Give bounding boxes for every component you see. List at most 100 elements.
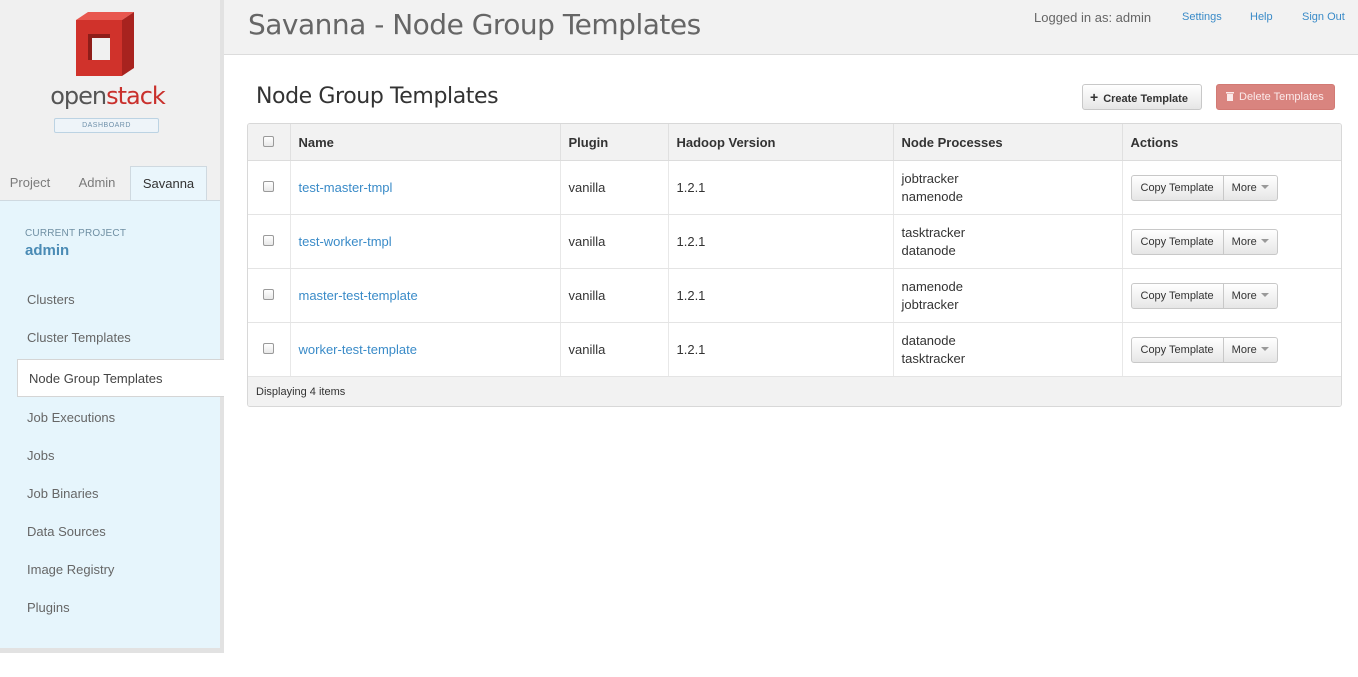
sidebar-item-plugins[interactable]: Plugins <box>27 598 70 618</box>
column-header-plugin[interactable]: Plugin <box>560 124 669 161</box>
hadoop-version-cell: 1.2.1 <box>668 268 894 323</box>
sidebar-item-image-registry[interactable]: Image Registry <box>27 560 114 580</box>
tab-admin[interactable]: Admin <box>67 166 127 200</box>
dashboard-badge: DASHBOARD <box>54 118 159 133</box>
column-header-node-processes: Node Processes <box>893 124 1123 161</box>
sidebar-item-jobs[interactable]: Jobs <box>27 446 54 466</box>
row-actions: Copy Template More <box>1130 228 1278 255</box>
node-processes-cell: jobtracker namenode <box>893 160 1123 215</box>
row-select-cell <box>248 160 291 215</box>
name-cell: master-test-template <box>290 268 561 323</box>
actions-cell: Copy Template More <box>1122 160 1341 215</box>
logo-word-open: open <box>50 82 107 110</box>
node-process: tasktracker <box>901 350 966 366</box>
sidebar-item-clusters[interactable]: Clusters <box>27 290 75 310</box>
template-name-link[interactable]: master-test-template <box>299 288 418 303</box>
template-name-link[interactable]: test-master-tmpl <box>299 180 393 195</box>
plugin-cell: vanilla <box>560 322 669 377</box>
more-dropdown-button[interactable]: More <box>1223 282 1278 309</box>
help-link[interactable]: Help <box>1250 11 1273 23</box>
select-all-cell <box>248 124 291 161</box>
top-header: Savanna - Node Group Templates Logged in… <box>224 0 1358 55</box>
logged-in-user: Logged in as: admin <box>1034 10 1152 25</box>
node-processes-cell: datanode tasktracker <box>893 322 1123 377</box>
sign-out-link[interactable]: Sign Out <box>1302 11 1345 23</box>
sidebar-item-job-executions[interactable]: Job Executions <box>27 408 115 428</box>
node-process: namenode <box>901 278 963 294</box>
hadoop-version-cell: 1.2.1 <box>668 160 894 215</box>
sidebar-item-node-group-templates[interactable]: Node Group Templates <box>17 359 224 397</box>
node-process: tasktracker <box>901 224 966 240</box>
more-label: More <box>1231 235 1257 248</box>
plugin-cell: vanilla <box>560 268 669 323</box>
actions-cell: Copy Template More <box>1122 322 1341 377</box>
sidebar-item-job-binaries[interactable]: Job Binaries <box>27 484 99 504</box>
plugin-cell: vanilla <box>560 160 669 215</box>
template-name-link[interactable]: test-worker-tmpl <box>299 234 392 249</box>
name-cell: test-master-tmpl <box>290 160 561 215</box>
table-header-row: Name Plugin Hadoop Version Node Processe… <box>248 124 1341 161</box>
section-title: Node Group Templates <box>256 84 499 109</box>
actions-cell: Copy Template More <box>1122 214 1341 269</box>
sidebar-item-cluster-templates[interactable]: Cluster Templates <box>27 328 131 348</box>
node-processes-cell: tasktracker datanode <box>893 214 1123 269</box>
page-title: Savanna - Node Group Templates <box>248 8 701 41</box>
tab-savanna[interactable]: Savanna <box>130 166 207 201</box>
node-process: namenode <box>901 188 963 204</box>
openstack-wordmark: openstack <box>50 82 166 110</box>
more-dropdown-button[interactable]: More <box>1223 228 1278 255</box>
table-row: test-master-tmpl vanilla 1.2.1 jobtracke… <box>248 160 1341 215</box>
column-header-hadoop-version[interactable]: Hadoop Version <box>668 124 894 161</box>
caret-down-icon <box>1260 184 1269 189</box>
node-process: jobtracker <box>901 296 959 312</box>
create-template-button[interactable]: + Create Template <box>1082 84 1202 110</box>
node-process: datanode <box>901 332 956 348</box>
sidebar-bottom-border <box>0 648 224 653</box>
settings-link[interactable]: Settings <box>1182 11 1222 23</box>
row-select-cell <box>248 268 291 323</box>
actions-cell: Copy Template More <box>1122 268 1341 323</box>
more-dropdown-button[interactable]: More <box>1223 174 1278 201</box>
caret-down-icon <box>1260 292 1269 297</box>
current-project-label: CURRENT PROJECT <box>25 228 127 239</box>
name-cell: worker-test-template <box>290 322 561 377</box>
caret-down-icon <box>1260 346 1269 351</box>
openstack-logo[interactable]: openstack DASHBOARD <box>50 12 166 137</box>
trash-icon <box>1226 92 1234 101</box>
copy-template-button[interactable]: Copy Template <box>1130 282 1224 309</box>
copy-template-button[interactable]: Copy Template <box>1130 228 1224 255</box>
row-checkbox[interactable] <box>263 181 275 192</box>
template-name-link[interactable]: worker-test-template <box>299 342 417 357</box>
create-template-label: Create Template <box>1103 93 1188 105</box>
copy-template-button[interactable]: Copy Template <box>1130 174 1224 201</box>
select-all-checkbox[interactable] <box>263 135 275 147</box>
table-row: master-test-template vanilla 1.2.1 namen… <box>248 268 1341 323</box>
row-actions: Copy Template More <box>1130 282 1278 309</box>
more-label: More <box>1231 289 1257 302</box>
sidebar-item-data-sources[interactable]: Data Sources <box>27 522 106 542</box>
caret-down-icon <box>1260 238 1269 243</box>
more-label: More <box>1231 181 1257 194</box>
delete-templates-button[interactable]: Delete Templates <box>1216 84 1335 110</box>
hadoop-version-cell: 1.2.1 <box>668 214 894 269</box>
row-select-cell <box>248 322 291 377</box>
tab-project[interactable]: Project <box>0 166 60 200</box>
name-cell: test-worker-tmpl <box>290 214 561 269</box>
row-checkbox[interactable] <box>263 235 275 246</box>
row-actions: Copy Template More <box>1130 336 1278 363</box>
node-process: datanode <box>901 242 956 258</box>
column-header-name[interactable]: Name <box>290 124 561 161</box>
more-dropdown-button[interactable]: More <box>1223 336 1278 363</box>
row-checkbox[interactable] <box>263 289 275 300</box>
plugin-cell: vanilla <box>560 214 669 269</box>
copy-template-button[interactable]: Copy Template <box>1130 336 1224 363</box>
row-checkbox[interactable] <box>263 343 275 354</box>
row-actions: Copy Template More <box>1130 174 1278 201</box>
logo-word-stack: stack <box>106 82 166 110</box>
current-project-name[interactable]: admin <box>25 242 69 259</box>
plus-icon: + <box>1090 89 1099 105</box>
hadoop-version-cell: 1.2.1 <box>668 322 894 377</box>
node-group-templates-table: Name Plugin Hadoop Version Node Processe… <box>247 123 1342 407</box>
dashboard-tabs: Project Admin Savanna <box>0 166 220 201</box>
column-header-actions: Actions <box>1122 124 1341 161</box>
